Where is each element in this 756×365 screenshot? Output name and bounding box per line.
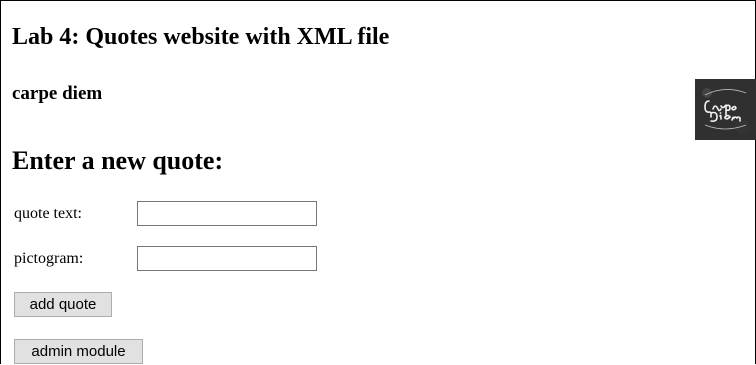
add-quote-button[interactable]: add quote xyxy=(14,292,112,317)
quote-text-label: quote text: xyxy=(14,205,82,222)
form-title: Enter a new quote: xyxy=(12,146,224,175)
quote-text-input[interactable] xyxy=(137,201,317,226)
quote-pictogram-image xyxy=(695,79,756,140)
pictogram-input[interactable] xyxy=(137,246,317,271)
page-title: Lab 4: Quotes website with XML file xyxy=(12,24,390,50)
carpe-diem-picture xyxy=(695,79,756,140)
current-quote-text: carpe diem xyxy=(12,83,103,104)
pictogram-label: pictogram: xyxy=(14,250,84,267)
admin-module-button[interactable]: admin module xyxy=(14,339,143,364)
page-frame xyxy=(0,0,756,364)
